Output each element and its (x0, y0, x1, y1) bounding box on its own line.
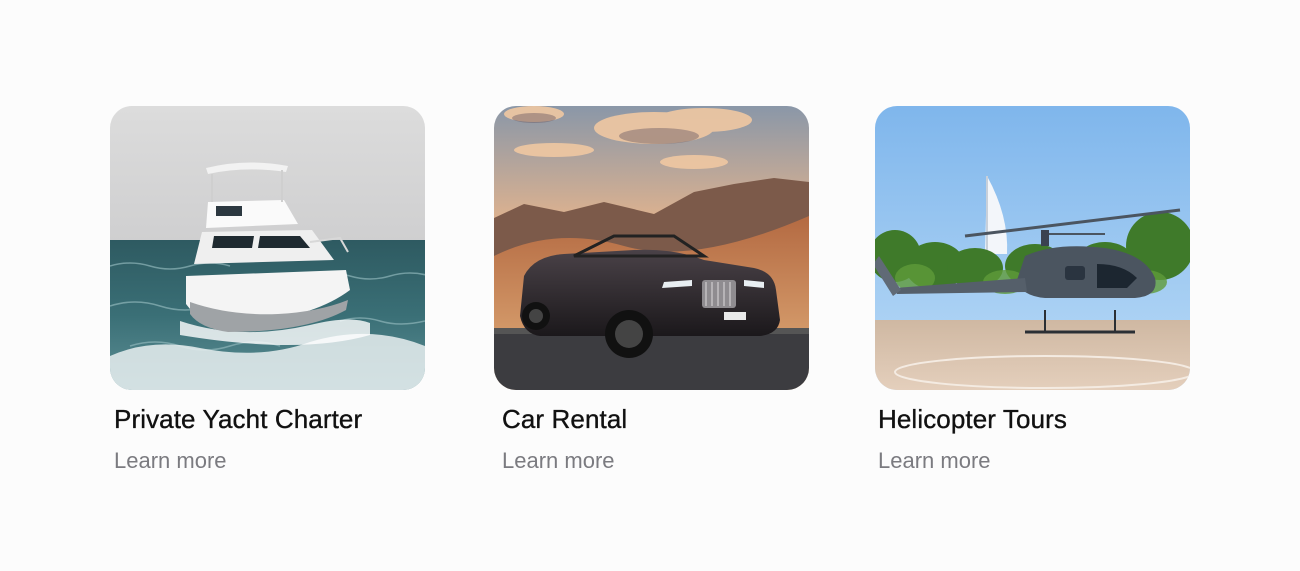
learn-more-link[interactable]: Learn more (110, 448, 227, 474)
car-image[interactable] (494, 106, 809, 390)
service-title: Private Yacht Charter (114, 404, 363, 434)
service-card-helicopter[interactable]: Helicopter Tours Learn more (875, 106, 1190, 474)
yacht-image[interactable] (110, 106, 425, 390)
services-grid: Private Yacht Charter Learn more Car Ren… (0, 0, 1300, 571)
service-card-car[interactable]: Car Rental Learn more (494, 106, 809, 474)
service-title: Helicopter Tours (878, 404, 1067, 434)
service-title: Car Rental (502, 404, 628, 434)
service-card-yacht[interactable]: Private Yacht Charter Learn more (110, 106, 425, 474)
learn-more-link[interactable]: Learn more (875, 448, 991, 474)
learn-more-link[interactable]: Learn more (494, 448, 615, 474)
helicopter-image[interactable] (875, 106, 1190, 390)
